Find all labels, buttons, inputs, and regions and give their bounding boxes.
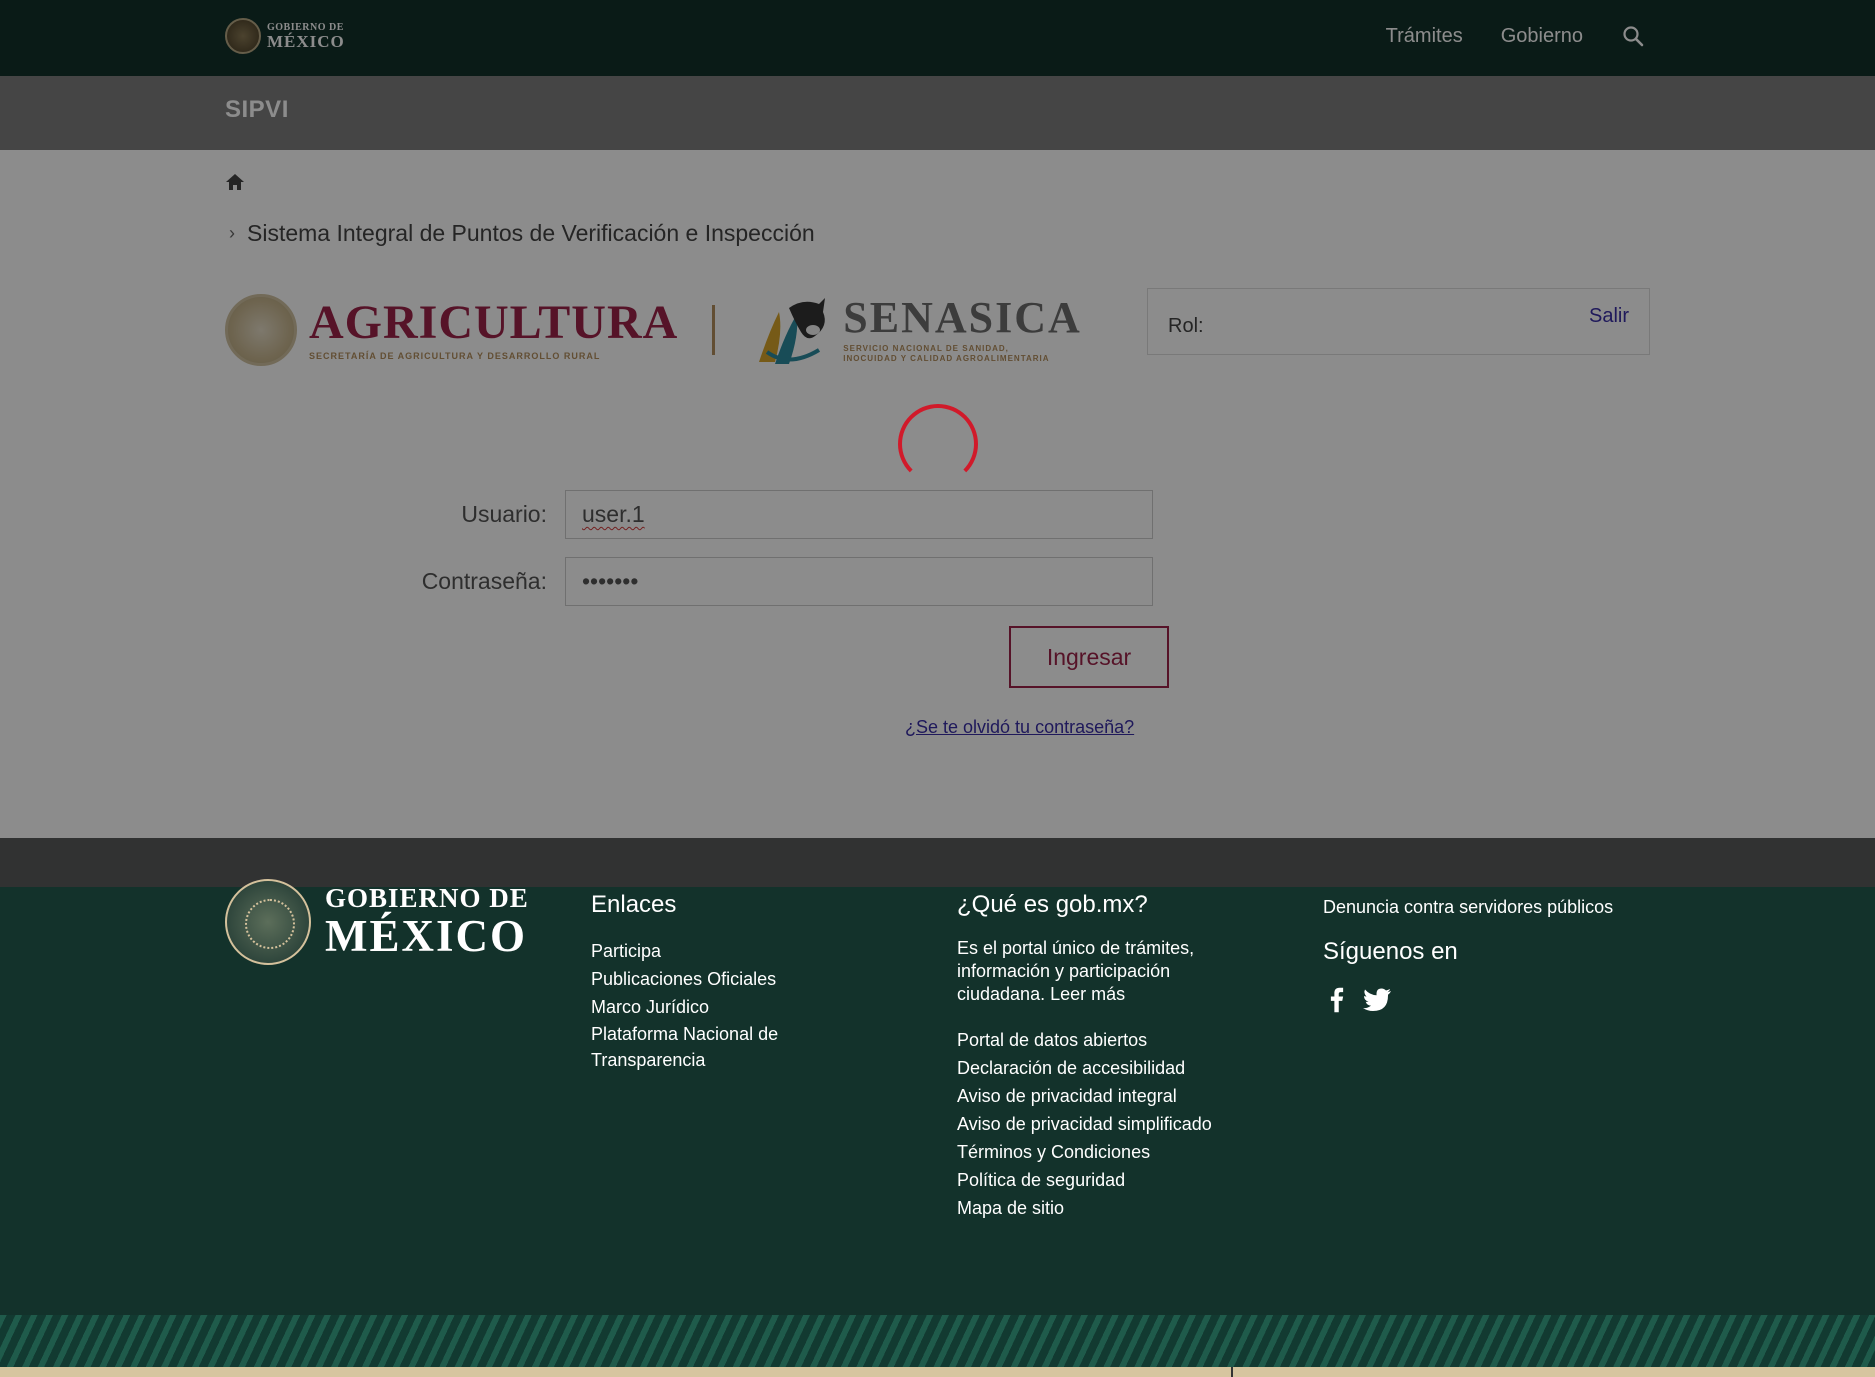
twitter-icon[interactable]	[1363, 986, 1391, 1014]
facebook-icon[interactable]	[1323, 986, 1351, 1014]
footer-link-marco-juridico[interactable]: Marco Jurídico	[591, 993, 851, 1021]
strip-divider	[1231, 1367, 1233, 1377]
footer-link-privacidad-simplificado[interactable]: Aviso de privacidad simplificado	[957, 1110, 1277, 1138]
enlaces-title: Enlaces	[591, 891, 677, 918]
footer-link-privacidad-integral[interactable]: Aviso de privacidad integral	[957, 1082, 1277, 1110]
footer-link-publicaciones[interactable]: Publicaciones Oficiales	[591, 965, 851, 993]
footer-pattern	[0, 1315, 1875, 1367]
footer-link-datos-abiertos[interactable]: Portal de datos abiertos	[957, 1026, 1277, 1054]
footer-enlaces: Enlaces Participa Publicaciones Oficiale…	[591, 887, 851, 1073]
gob-description: Es el portal único de trámites, informac…	[957, 938, 1195, 1004]
loading-overlay	[0, 0, 1875, 887]
loading-spinner	[898, 404, 978, 484]
footer: GOBIERNO DE MÉXICO Enlaces Participa Pub…	[0, 879, 1875, 1315]
footer-social: Denuncia contra servidores públicos Sígu…	[1323, 887, 1663, 1014]
footer-link-accesibilidad[interactable]: Declaración de accesibilidad	[957, 1054, 1277, 1082]
footer-link-terminos[interactable]: Términos y Condiciones	[957, 1138, 1277, 1166]
gob-title: ¿Qué es gob.mx?	[957, 891, 1148, 918]
footer-link-denuncia[interactable]: Denuncia contra servidores públicos	[1323, 897, 1663, 918]
bottom-strip	[0, 1367, 1875, 1377]
social-icons	[1323, 986, 1663, 1014]
footer-logo-line1: GOBIERNO DE	[325, 883, 529, 913]
footer-link-mapa-sitio[interactable]: Mapa de sitio	[957, 1194, 1277, 1222]
footer-link-transparencia[interactable]: Plataforma Nacional de Transparencia	[591, 1021, 811, 1073]
footer-logo[interactable]: GOBIERNO DE MÉXICO	[225, 879, 529, 965]
footer-link-participa[interactable]: Participa	[591, 937, 851, 965]
footer-gob: ¿Qué es gob.mx? Es el portal único de tr…	[957, 887, 1277, 1222]
footer-link-seguridad[interactable]: Política de seguridad	[957, 1166, 1277, 1194]
mexico-seal-icon	[225, 879, 311, 965]
footer-logo-line2: MÉXICO	[325, 911, 527, 961]
social-title: Síguenos en	[1323, 938, 1458, 965]
